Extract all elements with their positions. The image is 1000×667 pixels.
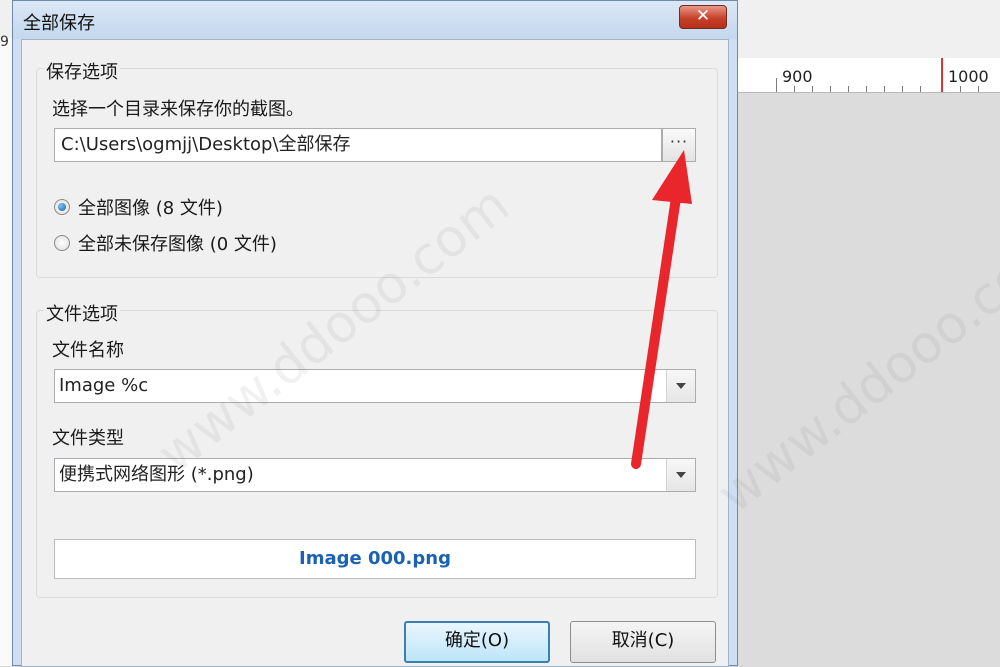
ruler-tick <box>866 86 867 92</box>
ruler-tick <box>920 86 921 92</box>
file-type-dropdown-button[interactable] <box>666 459 695 491</box>
filename-preview: Image 000.png <box>54 539 696 579</box>
ok-button[interactable]: 确定(O) <box>404 621 550 663</box>
radio-all-images-label: 全部图像 (8 文件) <box>78 198 223 219</box>
file-type-value[interactable]: 便携式网络图形 (*.png) <box>59 459 254 491</box>
directory-field[interactable]: C:\Users\ogmjj\Desktop\全部保存 <box>54 128 662 162</box>
background-canvas <box>736 93 1000 666</box>
dialog-titlebar[interactable]: 全部保存 ✕ <box>13 1 737 39</box>
ruler-tick <box>960 86 961 92</box>
ruler-tick <box>978 86 979 92</box>
chevron-down-icon <box>676 383 686 389</box>
save-all-dialog: 全部保存 ✕ 保存选项 选择一个目录来保存你的截图。 C:\Users\ogmj… <box>12 0 738 667</box>
ruler-tick <box>830 86 831 92</box>
dialog-body: 保存选项 选择一个目录来保存你的截图。 C:\Users\ogmjj\Deskt… <box>21 39 729 667</box>
radio-all-images[interactable]: 全部图像 (8 文件) <box>54 194 223 220</box>
ruler-label-1000: 1000 <box>948 67 989 86</box>
ruler-label-900: 900 <box>782 67 813 86</box>
save-options-title: 保存选项 <box>44 58 120 84</box>
file-options-title: 文件选项 <box>44 300 120 326</box>
horizontal-ruler: 900 1000 <box>736 58 1000 93</box>
radio-checked-icon[interactable] <box>54 199 70 215</box>
background-left-char: 9 <box>0 34 9 50</box>
ruler-tick <box>902 86 903 92</box>
cancel-button[interactable]: 取消(C) <box>570 621 716 663</box>
ruler-position-marker <box>941 58 943 92</box>
background-left-edge <box>0 38 12 666</box>
close-icon: ✕ <box>695 6 711 26</box>
file-name-dropdown-button[interactable] <box>666 370 695 402</box>
ruler-tick <box>884 86 885 92</box>
file-name-combo[interactable]: Image %c <box>54 369 696 403</box>
ruler-tick <box>794 86 795 92</box>
close-button[interactable]: ✕ <box>679 5 727 29</box>
browse-button[interactable]: ··· <box>662 128 696 162</box>
file-type-combo[interactable]: 便携式网络图形 (*.png) <box>54 458 696 492</box>
file-name-value[interactable]: Image %c <box>59 370 148 402</box>
file-name-label: 文件名称 <box>52 340 124 361</box>
file-type-label: 文件类型 <box>52 428 124 449</box>
radio-unsaved-images[interactable]: 全部未保存图像 (0 文件) <box>54 230 277 256</box>
dialog-title: 全部保存 <box>23 13 95 34</box>
directory-instruction: 选择一个目录来保存你的截图。 <box>52 99 304 120</box>
ruler-tick <box>848 86 849 92</box>
radio-unsaved-images-label: 全部未保存图像 (0 文件) <box>78 234 277 255</box>
chevron-down-icon <box>676 472 686 478</box>
ruler-tick <box>812 86 813 92</box>
radio-unchecked-icon[interactable] <box>54 235 70 251</box>
ruler-tick <box>776 78 777 92</box>
